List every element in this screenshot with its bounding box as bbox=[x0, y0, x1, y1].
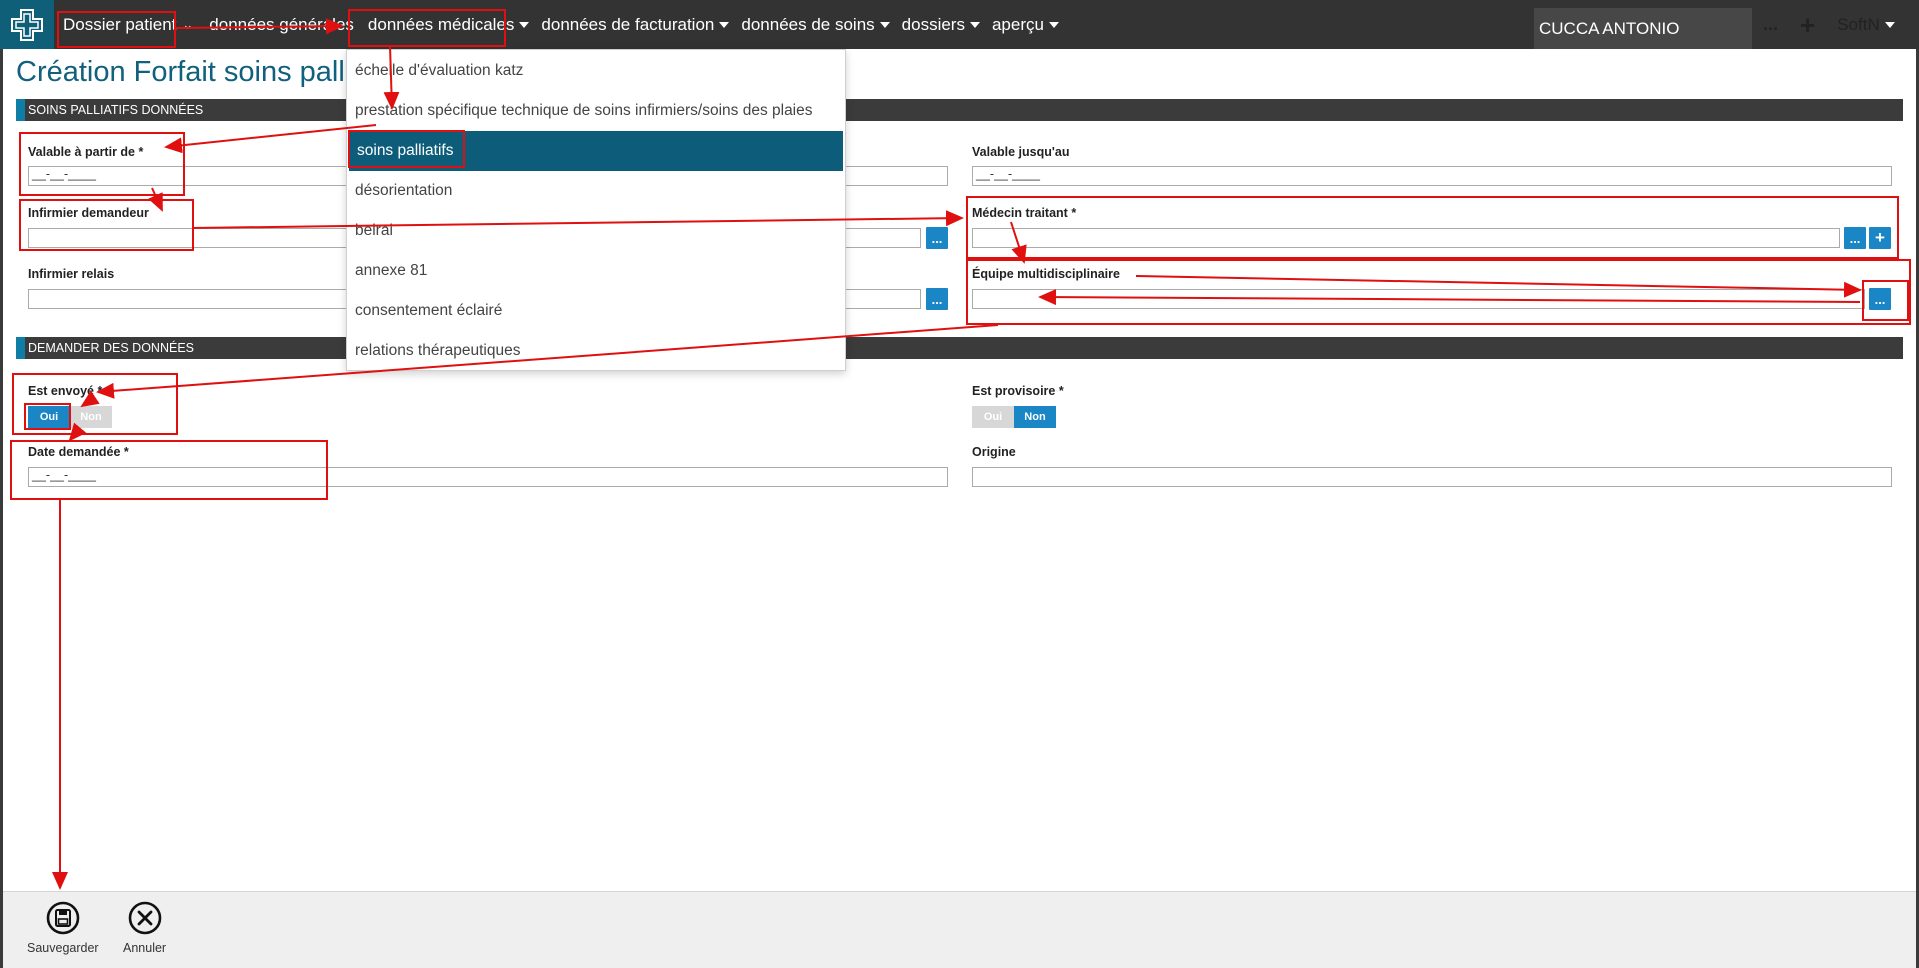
section-title: DEMANDER DES DONNÉES bbox=[28, 341, 194, 355]
save-button[interactable]: Sauvegarder bbox=[27, 901, 99, 955]
cancel-label: Annuler bbox=[123, 941, 167, 955]
sent-yes-option[interactable]: Oui bbox=[28, 406, 70, 428]
team-lookup-button[interactable]: ... bbox=[1869, 288, 1891, 310]
close-icon bbox=[128, 901, 161, 935]
valid-until-input[interactable]: __-__-____ bbox=[972, 166, 1892, 186]
treating-doctor-add-button[interactable]: + bbox=[1869, 227, 1891, 249]
patient-name-box[interactable]: CUCCA ANTONIO bbox=[1534, 8, 1752, 49]
user-name: SoftN bbox=[1837, 14, 1880, 34]
provisional-no-option[interactable]: Non bbox=[1014, 406, 1056, 428]
user-menu[interactable]: SoftN bbox=[1837, 15, 1895, 35]
valid-until-label: Valable jusqu'au bbox=[972, 145, 1070, 159]
nav-donnees-soins[interactable]: données de soins bbox=[735, 0, 895, 49]
nav-apercu[interactable]: aperçu bbox=[986, 0, 1065, 49]
relay-nurse-label: Infirmier relais bbox=[28, 267, 115, 281]
nav-apercu-label: aperçu bbox=[991, 14, 1044, 34]
nav-donnees-facturation-label: données de facturation bbox=[541, 14, 715, 34]
caret-down-icon bbox=[519, 21, 530, 28]
requesting-nurse-label: Infirmier demandeur bbox=[28, 206, 149, 220]
nav-dossier-patient-label: Dossier patient bbox=[63, 14, 177, 34]
provisional-yes-option[interactable]: Oui bbox=[972, 406, 1014, 428]
action-footer: Sauvegarder Annuler bbox=[3, 891, 1916, 968]
provisional-label: Est provisoire * bbox=[972, 384, 1064, 398]
medical-data-dropdown: échelle d'évaluation katz prestation spé… bbox=[346, 49, 846, 371]
nav-donnees-facturation[interactable]: données de facturation bbox=[535, 0, 735, 49]
save-label: Sauvegarder bbox=[27, 941, 99, 955]
menu-item-annexe-81[interactable]: annexe 81 bbox=[347, 251, 845, 291]
treating-doctor-label: Médecin traitant * bbox=[972, 206, 1077, 220]
nav-donnees-medicales[interactable]: données médicales bbox=[360, 0, 535, 49]
nav-dossier-patient[interactable]: Dossier patient ⌄ bbox=[54, 0, 199, 49]
nav-donnees-generales[interactable]: données générales bbox=[199, 0, 360, 49]
nav-dossiers[interactable]: dossiers bbox=[896, 0, 986, 49]
app-logo-icon[interactable] bbox=[0, 0, 54, 49]
menu-item-prestation-soins[interactable]: prestation spécifique technique de soins… bbox=[347, 91, 845, 131]
caret-down-icon bbox=[1884, 21, 1895, 28]
treating-doctor-input[interactable] bbox=[972, 228, 1840, 248]
relay-nurse-lookup-button[interactable]: ... bbox=[926, 288, 948, 310]
menu-item-relations-therapeutiques[interactable]: relations thérapeutiques bbox=[347, 331, 845, 371]
origin-input[interactable] bbox=[972, 467, 1892, 487]
cancel-button[interactable]: Annuler bbox=[123, 901, 166, 955]
section-header-demander-donnees: DEMANDER DES DONNÉES bbox=[16, 337, 1903, 359]
menu-item-soins-palliatifs[interactable]: soins palliatifs bbox=[349, 131, 843, 171]
requesting-nurse-lookup-button[interactable]: ... bbox=[926, 227, 948, 249]
nav-dossiers-label: dossiers bbox=[901, 14, 965, 34]
nav-donnees-generales-label: données générales bbox=[209, 14, 354, 34]
section-header-soins-palliatifs: SOINS PALLIATIFS DONNÉES bbox=[16, 99, 1903, 121]
valid-from-label: Valable à partir de * bbox=[28, 145, 144, 159]
nav-donnees-soins-label: données de soins bbox=[741, 14, 875, 34]
caret-down-icon bbox=[719, 21, 730, 28]
caret-down-icon bbox=[1048, 21, 1059, 28]
nav-donnees-medicales-label: données médicales bbox=[367, 14, 515, 34]
sent-toggle[interactable]: Oui Non bbox=[28, 406, 112, 428]
menu-item-consentement[interactable]: consentement éclairé bbox=[347, 291, 845, 331]
menu-item-belrai[interactable]: belrai bbox=[347, 211, 845, 251]
requested-date-input[interactable]: __-__-____ bbox=[28, 467, 948, 487]
section-accent bbox=[16, 337, 25, 359]
origin-label: Origine bbox=[972, 445, 1016, 459]
team-input[interactable] bbox=[972, 289, 1865, 309]
chevron-down-icon: ⌄ bbox=[182, 16, 194, 32]
treating-doctor-lookup-button[interactable]: ... bbox=[1844, 227, 1866, 249]
requested-date-label: Date demandée * bbox=[28, 445, 129, 459]
add-button[interactable]: + bbox=[1800, 12, 1815, 38]
section-title: SOINS PALLIATIFS DONNÉES bbox=[28, 103, 204, 117]
navbar-right: ... + SoftN bbox=[1763, 0, 1895, 49]
sent-label: Est envoyé * bbox=[28, 384, 103, 398]
patient-name: CUCCA ANTONIO bbox=[1539, 18, 1680, 38]
caret-down-icon bbox=[969, 21, 980, 28]
sent-no-option[interactable]: Non bbox=[70, 406, 112, 428]
menu-item-katz[interactable]: échelle d'évaluation katz bbox=[347, 51, 845, 91]
save-icon bbox=[46, 901, 80, 935]
more-options-button[interactable]: ... bbox=[1763, 14, 1778, 35]
caret-down-icon bbox=[879, 21, 890, 28]
provisional-toggle[interactable]: Oui Non bbox=[972, 406, 1056, 428]
team-label: Équipe multidisciplinaire bbox=[972, 267, 1120, 281]
menu-item-desorientation[interactable]: désorientation bbox=[347, 171, 845, 211]
section-accent bbox=[16, 99, 25, 121]
